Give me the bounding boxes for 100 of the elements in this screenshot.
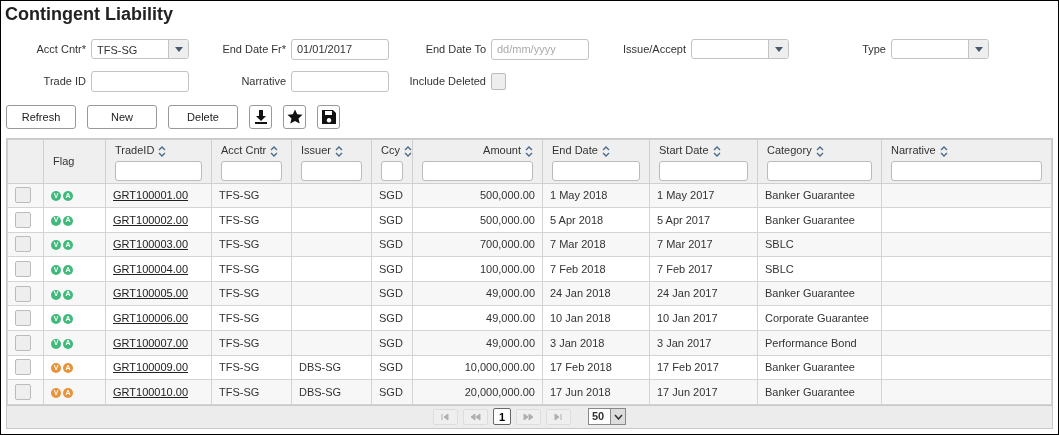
column-header: Start Date (659, 144, 709, 156)
toolbar-button[interactable]: Delete (168, 105, 238, 129)
caret-icon (174, 46, 183, 52)
table-cell: SGD (379, 287, 403, 300)
table-cell: Performance Bond (765, 336, 857, 349)
table-cell: Banker Guarantee (765, 361, 855, 374)
filter-field[interactable] (552, 160, 640, 181)
sort-icon[interactable] (334, 145, 343, 157)
sort-icon[interactable] (403, 145, 412, 157)
column-header: Narrative (891, 144, 936, 156)
first-page-icon (440, 411, 451, 422)
table-cell: 1 May 2017 (657, 189, 715, 202)
table-cell: TFS-SG (219, 189, 260, 202)
field-label: End Date To (424, 42, 486, 56)
filter-field[interactable] (381, 160, 403, 181)
input-field[interactable]: dd/mm/yyyy (491, 38, 589, 60)
page-button[interactable]: 1 (493, 408, 511, 426)
download-button[interactable] (249, 105, 272, 129)
table-cell: DBS-SG (299, 385, 342, 398)
table-cell: TFS-SG (219, 262, 260, 275)
sort-icon[interactable] (158, 145, 167, 157)
filter-field[interactable] (115, 160, 202, 181)
previous-page-icon (470, 411, 481, 422)
table-cell: 17 Feb 2017 (657, 361, 719, 374)
table-cell: Banker Guarantee (765, 213, 855, 226)
field-label: Include Deleted (408, 74, 486, 88)
sort-icon[interactable] (601, 145, 610, 157)
page-title: Contingent Liability (5, 3, 174, 26)
table-cell: TFS-SG (219, 238, 260, 251)
dropdown[interactable] (891, 39, 989, 59)
row-checkbox[interactable] (15, 384, 31, 401)
input-field[interactable] (291, 70, 389, 92)
star-button[interactable] (283, 105, 306, 129)
field-label: Narrative (240, 74, 286, 88)
column-header: End Date (552, 144, 598, 156)
toolbar-button[interactable]: Refresh (6, 105, 76, 129)
table-cell: 49,000.00 (486, 287, 535, 300)
table-cell: DBS-SG (299, 361, 342, 374)
row-checkbox[interactable] (15, 261, 31, 278)
filter-field[interactable] (767, 160, 872, 181)
table-cell: SGD (379, 361, 403, 374)
filter-field[interactable] (659, 160, 748, 181)
table-cell: 20,000,000.00 (464, 385, 535, 398)
row-checkbox[interactable] (15, 187, 31, 204)
table-cell: 17 Feb 2018 (550, 361, 612, 374)
row-checkbox[interactable] (15, 211, 31, 228)
table-cell: SGD (379, 385, 403, 398)
sort-icon[interactable] (939, 145, 948, 157)
field-label: Acct Cntr* (35, 42, 86, 56)
field-label: Trade ID (42, 74, 86, 88)
table-cell: SGD (379, 238, 403, 251)
dropdown[interactable] (691, 39, 789, 59)
sort-icon[interactable] (525, 145, 533, 157)
table-cell: SGD (379, 262, 403, 275)
filter-field[interactable] (891, 160, 1042, 181)
filter-field[interactable] (221, 160, 282, 181)
toolbar-button[interactable]: New (87, 105, 157, 129)
input-field[interactable] (91, 70, 189, 92)
column-header: TradeID (115, 144, 155, 156)
table-cell: 17 Jun 2017 (657, 385, 718, 398)
column-header: Flag (53, 155, 75, 167)
sort-icon[interactable] (815, 145, 824, 157)
save-icon (320, 109, 337, 125)
table-cell: 7 Feb 2017 (657, 262, 713, 275)
column-header: Acct Cntr (221, 144, 267, 156)
sort-icon[interactable] (270, 145, 279, 157)
field-label: Issue/Accept (622, 42, 686, 56)
row-checkbox[interactable] (15, 334, 31, 351)
last-page-icon (553, 411, 564, 422)
filter-field[interactable] (422, 160, 533, 181)
caret-icon (774, 46, 783, 52)
table-cell: 500,000.00 (479, 213, 535, 226)
table-cell: 5 Apr 2017 (657, 213, 711, 226)
table-cell: 5 Apr 2018 (550, 213, 604, 226)
input-field[interactable]: 01/01/2017 (291, 38, 389, 60)
column-header: Amount (483, 144, 521, 156)
table-cell: 3 Jan 2017 (657, 336, 712, 349)
page-size-dropdown[interactable]: 50 (588, 408, 626, 426)
save-button[interactable] (317, 105, 340, 129)
table-cell: SGD (379, 312, 403, 324)
table-cell: 10 Jan 2018 (550, 312, 611, 324)
column-header: Ccy (381, 144, 400, 156)
row-checkbox[interactable] (15, 236, 31, 253)
caret-icon (613, 413, 623, 420)
checkbox[interactable] (491, 72, 506, 90)
table-cell: 17 Jun 2018 (550, 385, 611, 398)
table-cell: 100,000.00 (479, 262, 535, 275)
table-cell: 7 Mar 2018 (550, 238, 606, 251)
row-checkbox[interactable] (15, 285, 31, 302)
filter-field[interactable] (301, 160, 362, 181)
row-checkbox[interactable] (15, 359, 31, 376)
table-cell: 10,000,000.00 (464, 361, 535, 374)
table-cell: TFS-SG (219, 361, 260, 374)
row-checkbox[interactable] (15, 310, 31, 327)
field-label: Type (861, 42, 886, 56)
table-cell: 24 Jan 2018 (550, 287, 611, 300)
dropdown[interactable]: TFS-SG (91, 39, 189, 59)
star-icon (286, 109, 303, 125)
sort-icon[interactable] (712, 145, 721, 157)
table-cell: SBLC (765, 238, 794, 251)
